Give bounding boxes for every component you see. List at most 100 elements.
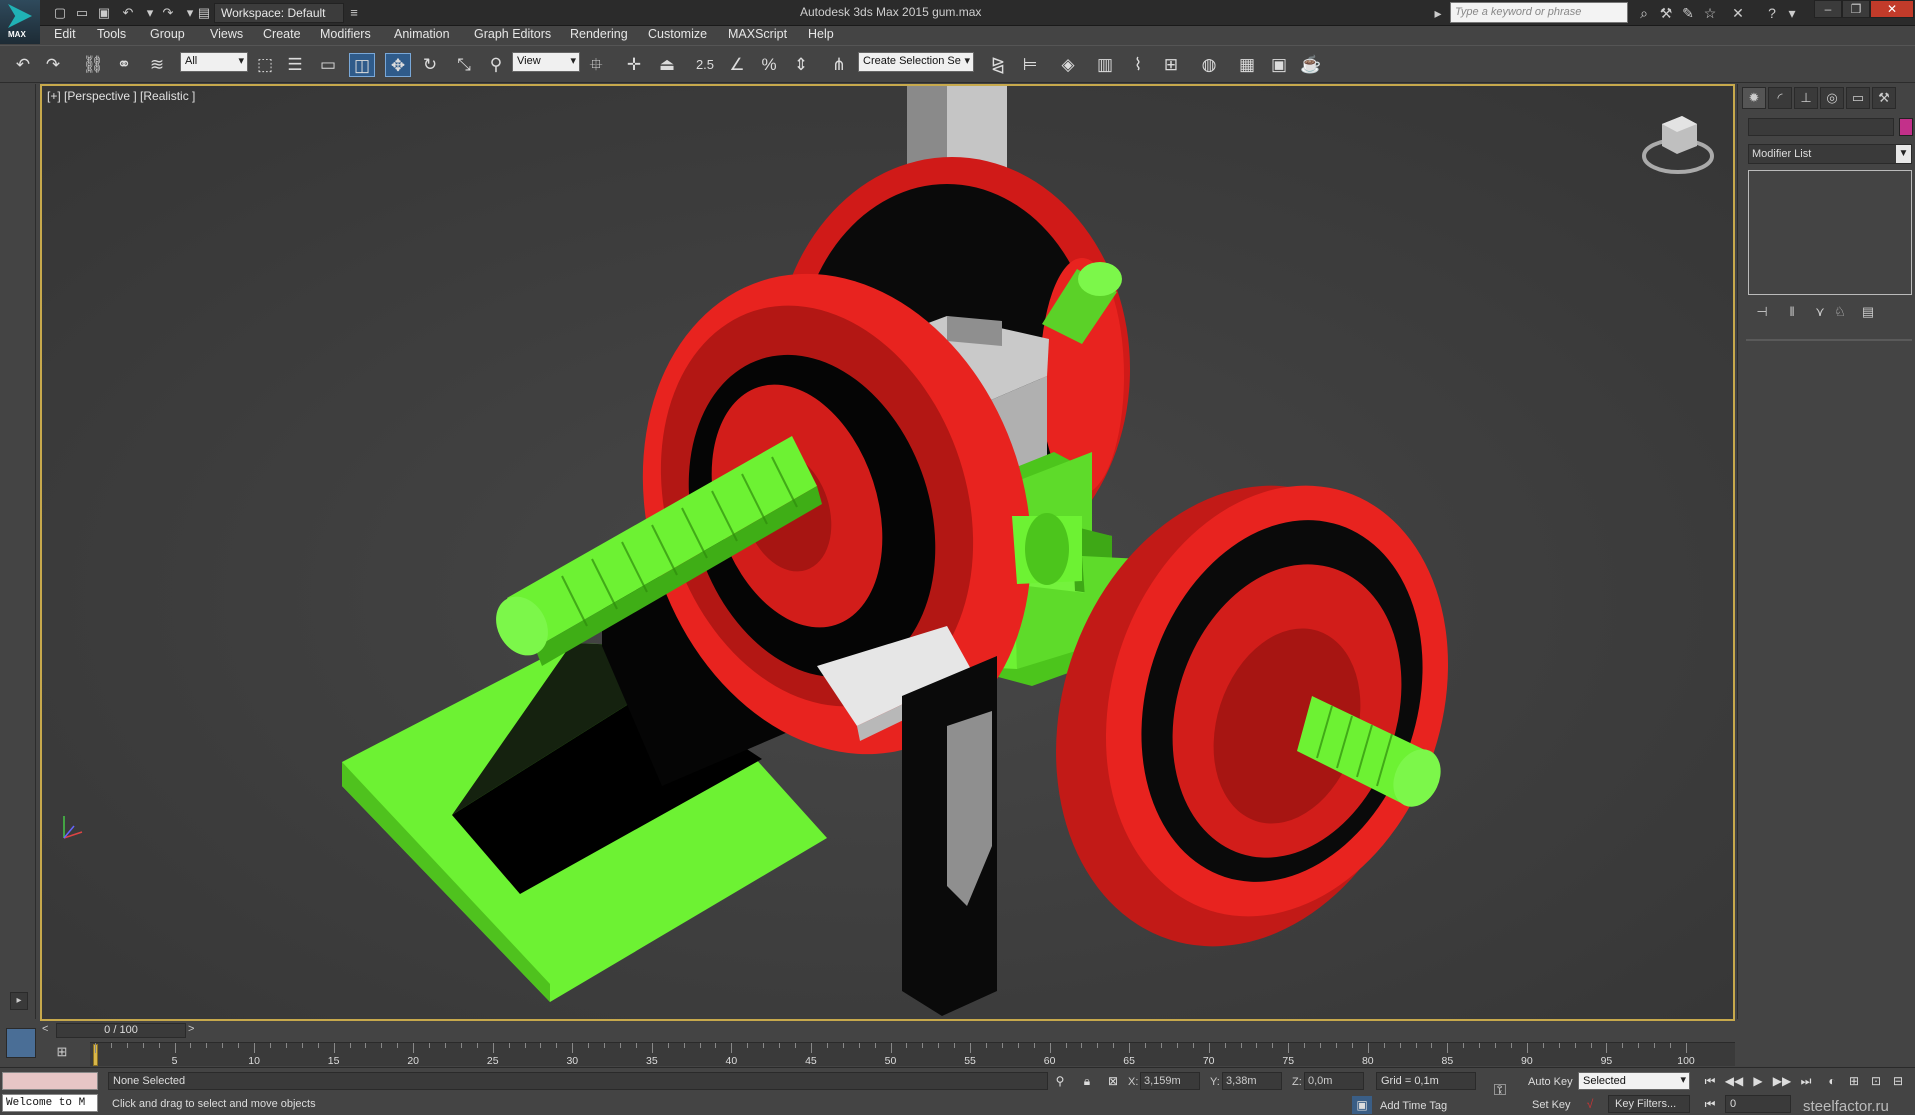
time-slider-prev[interactable]: <	[42, 1023, 54, 1035]
key-mode-toggle-icon[interactable]: ⏮	[1700, 1095, 1720, 1113]
key-filters-button[interactable]: Key Filters...	[1608, 1095, 1690, 1113]
curve-editor-icon[interactable]: ⌇	[1125, 53, 1151, 77]
remove-modifier-icon[interactable]: ♘	[1830, 302, 1850, 322]
open-file-icon[interactable]: ▭	[72, 4, 92, 22]
key-icon[interactable]: ⚿	[1490, 1082, 1510, 1100]
edit-named-selection-icon[interactable]: ⋔	[826, 53, 852, 77]
mini-curve-editor-icon[interactable]	[6, 1028, 36, 1058]
named-selection-set-dropdown[interactable]: Create Selection Se	[858, 52, 974, 72]
maximize-viewport-icon[interactable]: ⊟	[1888, 1072, 1908, 1090]
go-to-end-icon[interactable]: ⏭	[1796, 1072, 1816, 1090]
field-of-view-icon[interactable]: ⊡	[1866, 1072, 1886, 1090]
tab-motion[interactable]: ◎	[1820, 87, 1844, 109]
scene-explorer-icon[interactable]: ▥	[1092, 53, 1118, 77]
spinner-snap-icon[interactable]: ⇕	[788, 53, 814, 77]
menu-graph-editors[interactable]: Graph Editors	[474, 27, 551, 41]
align-icon[interactable]: ⊨	[1017, 53, 1043, 77]
viewport-layout-expand-icon[interactable]: ▸	[10, 992, 28, 1010]
key-curve-icon[interactable]: √	[1580, 1095, 1600, 1113]
menu-views[interactable]: Views	[210, 27, 243, 41]
application-button[interactable]: MAX	[0, 0, 40, 44]
infocenter-arrow-icon[interactable]: ▸	[1428, 3, 1448, 23]
minimize-button[interactable]: –	[1814, 0, 1842, 18]
select-object-icon[interactable]: ⬚	[252, 53, 278, 77]
auto-key-button[interactable]: Auto Key	[1528, 1076, 1573, 1088]
binoculars-icon[interactable]: ⌕	[1634, 3, 1654, 23]
previous-frame-icon[interactable]: ◀◀	[1724, 1072, 1744, 1090]
tab-utilities[interactable]: ⚒	[1872, 87, 1896, 109]
snaps-toggle-icon[interactable]: 2.5	[692, 53, 718, 77]
workspace-menu-icon[interactable]: ≡	[344, 4, 364, 22]
help-icon[interactable]: ?	[1762, 3, 1782, 23]
menu-modifiers[interactable]: Modifiers	[320, 27, 371, 41]
unlink-icon[interactable]: ⚭	[111, 53, 137, 77]
project-folder-icon[interactable]: ▤	[194, 4, 214, 22]
keyboard-shortcut-override-icon[interactable]: ⏏	[654, 53, 680, 77]
isolate-selection-icon[interactable]: ⚲	[1050, 1072, 1070, 1090]
object-color-swatch[interactable]	[1899, 118, 1913, 136]
help-dropdown-icon[interactable]: ▾	[1782, 3, 1802, 23]
close-button[interactable]: ✕	[1870, 0, 1914, 18]
track-bar[interactable]: 5 10 15 20 25 30 35 40 45 50 55 60 65 70 75 80 85 90 95 100	[90, 1042, 1735, 1067]
time-slider-next[interactable]: >	[188, 1023, 200, 1035]
tab-hierarchy[interactable]: ⊥	[1794, 87, 1818, 109]
select-and-scale-icon[interactable]: ⤡	[451, 53, 477, 77]
x-coordinate-field[interactable]: 3,159m	[1140, 1072, 1200, 1090]
menu-edit[interactable]: Edit	[54, 27, 76, 41]
absolute-mode-icon[interactable]: ⊠	[1103, 1072, 1123, 1090]
object-name-field[interactable]	[1748, 118, 1894, 136]
select-and-place-icon[interactable]: ⚲	[483, 53, 509, 77]
time-slider-thumb[interactable]: 0 / 100	[56, 1023, 186, 1038]
modifier-stack[interactable]	[1748, 170, 1912, 295]
new-file-icon[interactable]: ▢	[50, 4, 70, 22]
maxscript-listener-input[interactable]: Welcome to M	[2, 1094, 98, 1112]
time-slider[interactable]: < 0 / 100 >	[40, 1022, 1735, 1040]
render-production-icon[interactable]: ☕	[1298, 53, 1324, 77]
time-tag-icon[interactable]: ▣	[1352, 1096, 1372, 1114]
rendered-frame-window-icon[interactable]: ▣	[1266, 53, 1292, 77]
angle-snap-icon[interactable]: ∠	[724, 53, 750, 77]
undo-icon[interactable]: ↶	[10, 53, 36, 77]
communication-icon[interactable]: ✎	[1678, 3, 1698, 23]
redo-icon[interactable]: ↷	[158, 4, 178, 22]
menu-maxscript[interactable]: MAXScript	[728, 27, 787, 41]
exchange-apps-icon[interactable]: ✕	[1728, 3, 1748, 23]
render-setup-icon[interactable]: ▦	[1234, 53, 1260, 77]
lock-selection-icon[interactable]: 🔒︎	[1077, 1072, 1097, 1090]
zoom-all-icon[interactable]: ⊞	[1844, 1072, 1864, 1090]
menu-create[interactable]: Create	[263, 27, 301, 41]
menu-group[interactable]: Group	[150, 27, 185, 41]
maximize-button[interactable]: ❐	[1842, 0, 1870, 18]
percent-snap-icon[interactable]: %	[756, 53, 782, 77]
workspace-dropdown[interactable]: Workspace: Default	[214, 3, 344, 23]
select-and-move-icon[interactable]: ✥	[385, 53, 411, 77]
redo-icon[interactable]: ↷	[40, 53, 66, 77]
track-bar-menu-icon[interactable]: ⊞	[52, 1044, 72, 1064]
perspective-viewport[interactable]: [+] [Perspective ] [Realistic ]	[40, 84, 1735, 1021]
reference-coordinate-dropdown[interactable]: View	[512, 52, 580, 72]
menu-help[interactable]: Help	[808, 27, 834, 41]
select-and-link-icon[interactable]: ⛓	[80, 53, 106, 77]
pivot-center-icon[interactable]: ⯐	[583, 53, 609, 77]
pin-stack-icon[interactable]: ⊣	[1752, 302, 1772, 322]
current-frame-field[interactable]: 0	[1725, 1095, 1791, 1113]
show-end-result-icon[interactable]: ‖	[1782, 302, 1802, 322]
configure-modifier-sets-icon[interactable]: ▤	[1858, 302, 1878, 322]
play-icon[interactable]: ▶	[1748, 1072, 1768, 1090]
chevron-down-icon[interactable]: ▼	[1896, 145, 1911, 163]
bind-space-warp-icon[interactable]: ≋	[144, 53, 170, 77]
save-file-icon[interactable]: ▣	[94, 4, 114, 22]
menu-tools[interactable]: Tools	[97, 27, 126, 41]
select-and-rotate-icon[interactable]: ↻	[417, 53, 443, 77]
rectangular-selection-icon[interactable]: ▭	[315, 53, 341, 77]
viewport-label[interactable]: [+] [Perspective ] [Realistic ]	[47, 89, 195, 103]
tab-display[interactable]: ▭	[1846, 87, 1870, 109]
menu-rendering[interactable]: Rendering	[570, 27, 628, 41]
make-unique-icon[interactable]: ⋎	[1810, 302, 1830, 322]
next-frame-icon[interactable]: ▶▶	[1772, 1072, 1792, 1090]
tab-modify[interactable]: ◜	[1768, 87, 1792, 109]
search-input[interactable]: Type a keyword or phrase	[1450, 2, 1628, 23]
modifier-list-dropdown[interactable]: Modifier List	[1748, 144, 1912, 164]
maxscript-listener-output[interactable]	[2, 1072, 98, 1090]
zoom-extents-icon[interactable]: ◐	[1822, 1072, 1842, 1090]
